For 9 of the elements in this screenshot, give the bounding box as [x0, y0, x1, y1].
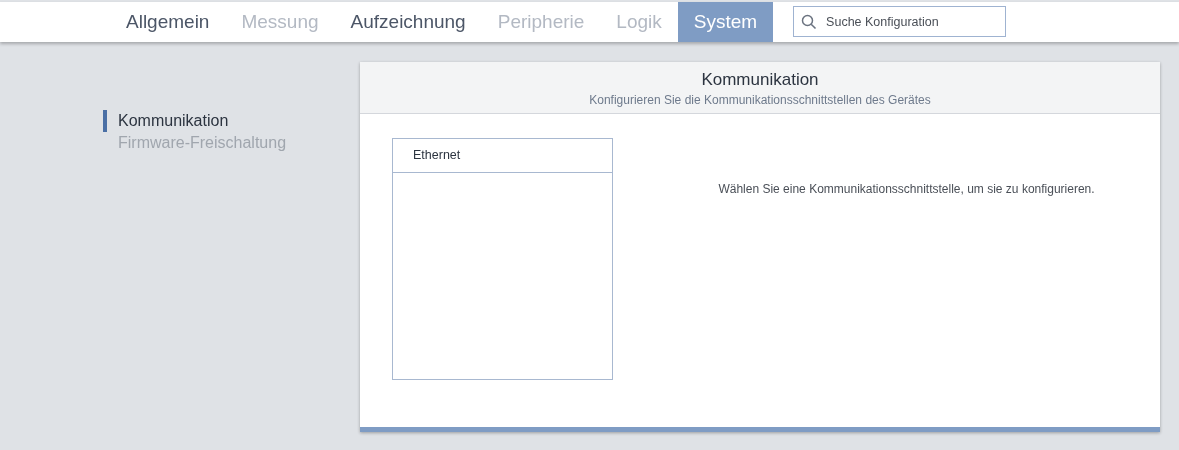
sidebar-item[interactable]: Firmware-Freischaltung: [103, 132, 360, 154]
search-field[interactable]: Suche Konfiguration: [793, 6, 1007, 37]
panel-title: Kommunikation: [700, 70, 820, 90]
nav-tab[interactable]: Allgemein: [110, 2, 226, 42]
panel-subtitle: Konfigurieren Sie die Kommunikationsschnittstellen des Gerätes: [588, 93, 932, 107]
hint-text: Wählen Sie eine Kommunikationsschnittstelle, um sie zu konfigurieren.: [717, 181, 1096, 198]
nav-tab[interactable]: Aufzeichnung: [334, 2, 482, 42]
nav-tab[interactable]: System: [677, 2, 774, 42]
interface-item[interactable]: Ethernet: [393, 139, 612, 173]
